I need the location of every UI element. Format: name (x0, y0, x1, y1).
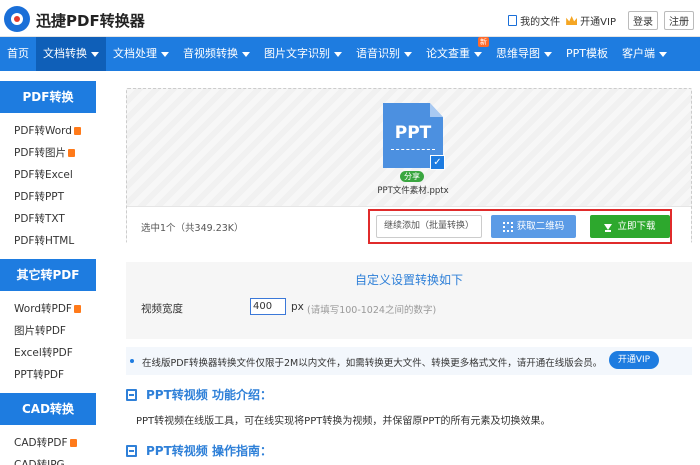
nav-item-mindmap[interactable]: 思维导图 (489, 37, 559, 71)
hot-icon (73, 305, 81, 313)
member-notice: 在线版PDF转换器转换文件仅限于2M以内文件，如需转换更大文件、转换更多格式文件… (126, 347, 692, 375)
open-vip-button[interactable]: 开通VIP (609, 351, 659, 369)
sidebar-group-title: PDF转换 (0, 81, 96, 113)
settings-title: 自定义设置转换如下 (354, 273, 463, 287)
notice-text: 在线版PDF转换器转换文件仅限于2M以内文件，如需转换更大文件、转换更多格式文件… (142, 358, 603, 369)
nav-item-plagiarism[interactable]: 论文查重新 (419, 37, 489, 71)
chevron-down-icon (404, 51, 412, 57)
sidebar-item-pdf-to-ppt[interactable]: PDF转PPT (0, 186, 96, 208)
intro-description: PPT转视频在线版工具，可在线实现将PPT转换为视频，并保留原PPT的所有元素及… (136, 416, 551, 427)
sidebar-item-excel-to-pdf[interactable]: Excel转PDF (0, 342, 96, 364)
brand-name[interactable]: 迅捷PDF转换器 (36, 10, 145, 31)
nav-item-doc-convert[interactable]: 文档转换 (36, 37, 106, 71)
selected-summary: 选中1个（共349.23K） (141, 223, 244, 234)
document-icon (508, 15, 518, 26)
sidebar-item-pdf-to-word[interactable]: PDF转Word (0, 120, 96, 142)
chevron-down-icon (334, 51, 342, 57)
document-icon (126, 444, 137, 457)
checkmark-icon: ✓ (430, 155, 445, 170)
top-links: 我的文件 开通VIP 登录 注册 (508, 11, 694, 30)
upload-footer: 选中1个（共349.23K） 继续添加（批量转换） 获取二维码 立即下载 (127, 206, 691, 244)
sidebar-item-pdf-to-html[interactable]: PDF转HTML (0, 230, 96, 252)
sidebar-item-ppt-to-pdf[interactable]: PPT转PDF (0, 364, 96, 386)
video-width-input[interactable] (250, 298, 286, 315)
chevron-down-icon (242, 51, 250, 57)
continue-add-button[interactable]: 继续添加（批量转换） (376, 215, 482, 238)
intro-title: PPT转视频 功能介绍： (126, 386, 272, 403)
chevron-down-icon (659, 51, 667, 57)
brand-logo-icon[interactable] (4, 6, 30, 32)
share-badge[interactable]: 分享 (400, 171, 424, 182)
nav-item-home[interactable]: 首页 (0, 37, 36, 71)
download-icon (604, 223, 613, 230)
hot-icon (69, 439, 77, 447)
document-icon (126, 388, 137, 401)
nav-item-client[interactable]: 客户端 (615, 37, 674, 71)
nav-item-ppt-template[interactable]: PPT模板 (559, 37, 615, 71)
chevron-down-icon (544, 51, 552, 57)
ppt-file-icon[interactable]: PPT ✓ (383, 103, 445, 170)
file-type-label: PPT (394, 123, 432, 143)
new-badge: 新 (478, 37, 489, 47)
upload-area[interactable]: PPT ✓ 分享 PPT文件素材.pptx 选中1个（共349.23K） 继续添… (126, 88, 692, 244)
guide-title: PPT转视频 操作指南： (126, 442, 272, 459)
nav-item-speech[interactable]: 语音识别 (349, 37, 419, 71)
nav-item-doc-process[interactable]: 文档处理 (106, 37, 176, 71)
action-highlight-box: 继续添加（批量转换） 获取二维码 立即下载 (368, 209, 672, 244)
nav-item-image-ocr[interactable]: 图片文字识别 (257, 37, 349, 71)
register-button[interactable]: 注册 (664, 11, 694, 30)
hot-icon (73, 127, 81, 135)
login-button[interactable]: 登录 (628, 11, 658, 30)
crown-icon (566, 16, 578, 25)
chevron-down-icon (474, 51, 482, 57)
sidebar-item-pdf-to-excel[interactable]: PDF转Excel (0, 164, 96, 186)
get-qrcode-button[interactable]: 获取二维码 (491, 215, 576, 238)
sidebar-group-title: 其它转PDF (0, 259, 96, 291)
bullet-icon (130, 359, 134, 363)
video-width-label: 视频宽度 (141, 303, 183, 315)
width-hint: (请填写100-1024之间的数字) (307, 305, 437, 316)
download-now-button[interactable]: 立即下载 (590, 215, 670, 238)
unit-label: px (291, 301, 304, 313)
qrcode-icon (502, 221, 513, 232)
main-nav: 首页 文档转换 文档处理 音视频转换 图片文字识别 语音识别 论文查重新 思维导… (0, 37, 700, 71)
sidebar-item-word-to-pdf[interactable]: Word转PDF (0, 298, 96, 320)
sidebar-item-pdf-to-txt[interactable]: PDF转TXT (0, 208, 96, 230)
sidebar-item-pdf-to-image[interactable]: PDF转图片 (0, 142, 96, 164)
sidebar-item-image-to-pdf[interactable]: 图片转PDF (0, 320, 96, 342)
top-header: 迅捷PDF转换器 我的文件 开通VIP 登录 注册 (0, 0, 700, 37)
chevron-down-icon (161, 51, 169, 57)
hot-icon (67, 149, 75, 157)
settings-panel: 自定义设置转换如下 视频宽度 px (请填写100-1024之间的数字) (126, 262, 692, 339)
sidebar: PDF转换 PDF转Word PDF转图片 PDF转Excel PDF转PPT … (0, 81, 96, 465)
sidebar-item-cad-to-pdf[interactable]: CAD转PDF (0, 432, 96, 454)
my-files-link[interactable]: 我的文件 (508, 13, 560, 28)
vip-link[interactable]: 开通VIP (566, 13, 616, 28)
file-name: PPT文件素材.pptx (377, 186, 449, 196)
chevron-down-icon (91, 51, 99, 57)
nav-item-av-convert[interactable]: 音视频转换 (176, 37, 257, 71)
my-files-label: 我的文件 (520, 17, 561, 28)
sidebar-group-title: CAD转换 (0, 393, 96, 425)
sidebar-item-cad-to-jpg[interactable]: CAD转JPG (0, 454, 96, 465)
vip-label: 开通VIP (580, 17, 616, 28)
